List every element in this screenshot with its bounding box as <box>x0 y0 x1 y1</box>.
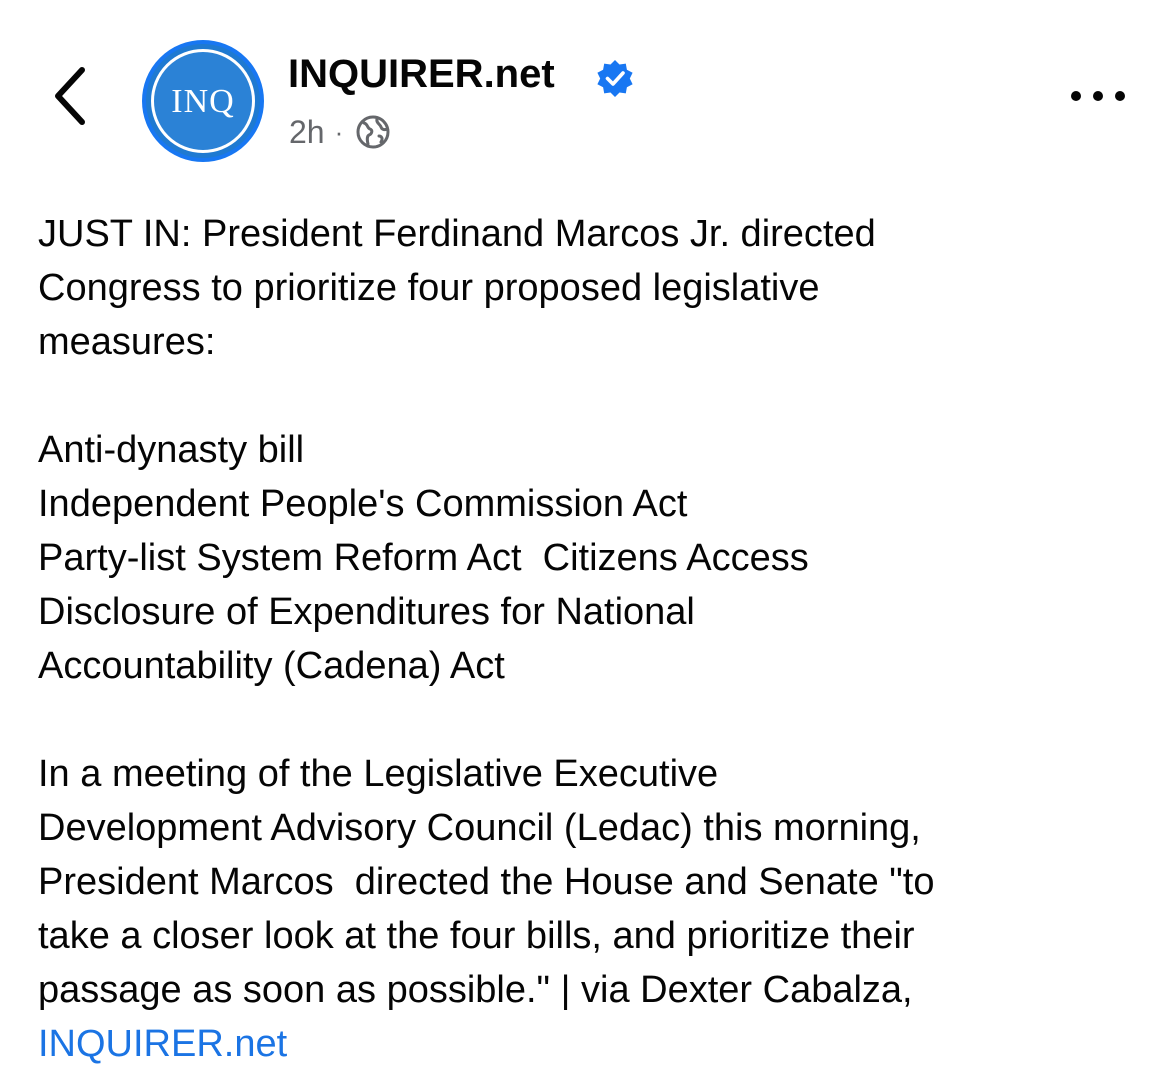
post-meta: 2h · <box>289 112 391 152</box>
chevron-left-icon <box>55 67 85 125</box>
body-line: Development Advisory Council (Ledac) thi… <box>38 807 921 849</box>
timestamp[interactable]: 2h <box>289 114 325 151</box>
post-text: JUST IN: President Ferdinand Marcos Jr. … <box>38 207 1148 1071</box>
verified-badge-icon <box>597 60 633 97</box>
more-options-button[interactable] <box>1066 78 1130 114</box>
avatar[interactable]: INQ <box>142 40 264 162</box>
measure-line: Accountability (Cadena) Act <box>38 645 505 687</box>
measure-line: Anti-dynasty bill <box>38 429 305 471</box>
body-line: President Marcos directed the House and … <box>38 861 935 903</box>
intro-line: measures: <box>38 321 216 363</box>
page-name[interactable]: INQUIRER.net <box>288 52 555 97</box>
measure-line: Party-list System Reform Act Citizens Ac… <box>38 537 809 579</box>
measure-line: Disclosure of Expenditures for National <box>38 591 695 633</box>
avatar-logo: INQ <box>151 49 255 153</box>
body-line: take a closer look at the four bills, an… <box>38 915 915 957</box>
inquirer-link[interactable]: INQUIRER.net <box>38 1023 287 1065</box>
meta-separator: · <box>334 116 344 147</box>
globe-icon <box>356 115 390 149</box>
intro-line: JUST IN: President Ferdinand Marcos Jr. … <box>38 213 876 255</box>
body-line: In a meeting of the Legislative Executiv… <box>38 753 719 795</box>
avatar-logo-text: INQ <box>171 83 235 120</box>
measure-line: Independent People's Commission Act <box>38 483 688 525</box>
intro-line: Congress to prioritize four proposed leg… <box>38 267 820 309</box>
body-line: passage as soon as possible." | via Dext… <box>38 969 913 1011</box>
more-horizontal-icon <box>1071 91 1125 101</box>
back-button[interactable] <box>44 60 100 132</box>
post-header: INQ INQUIRER.net 2h · <box>0 0 1170 200</box>
